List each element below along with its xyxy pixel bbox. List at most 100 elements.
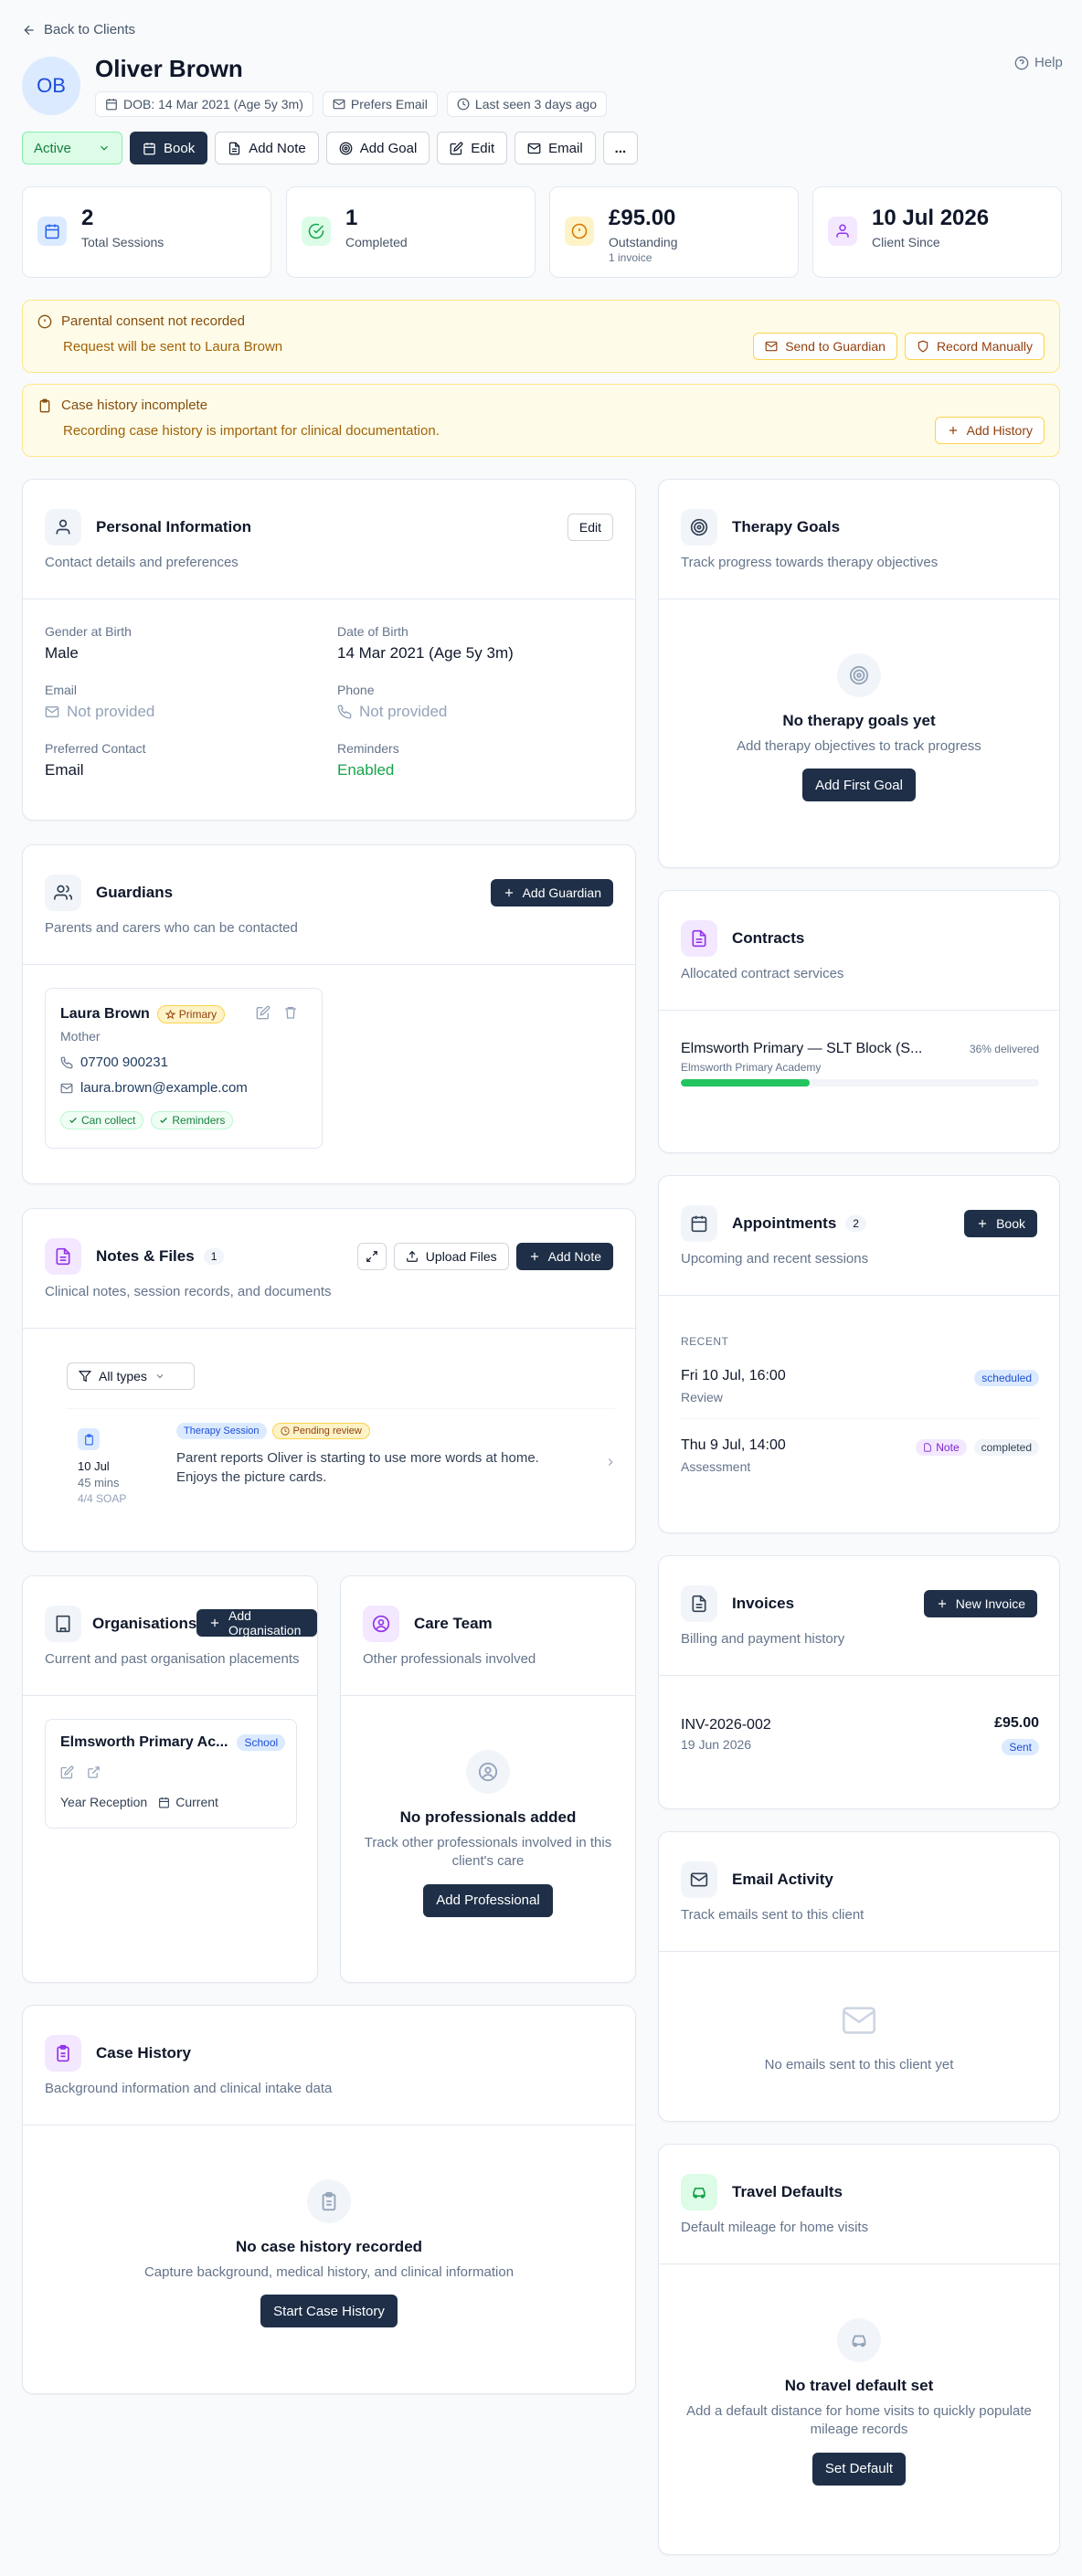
book-appointment-button[interactable]: Book bbox=[964, 1210, 1037, 1237]
field-gender: Gender at Birth Male bbox=[45, 624, 132, 663]
help-label: Help bbox=[1034, 55, 1063, 70]
org-type-badge: School bbox=[237, 1734, 286, 1751]
more-actions-button[interactable]: ... bbox=[602, 132, 639, 164]
client-meta: DOB: 14 Mar 2021 (Age 5y 3m) Prefers Ema… bbox=[95, 91, 608, 117]
target-icon bbox=[837, 653, 881, 697]
dob-text: DOB: 14 Mar 2021 (Age 5y 3m) bbox=[123, 97, 303, 111]
user-icon bbox=[828, 217, 857, 246]
chevron-down-icon bbox=[101, 145, 108, 151]
plus-icon bbox=[504, 888, 513, 897]
edit-personal-button[interactable]: Edit bbox=[567, 514, 613, 541]
note-item[interactable]: 10 Jul 45 mins 4/4 SOAP Therapy Session … bbox=[59, 1414, 622, 1514]
back-to-clients-link[interactable]: Back to Clients bbox=[22, 22, 135, 37]
therapy-goals-card: Therapy Goals Track progress towards the… bbox=[658, 479, 1060, 868]
help-circle-icon bbox=[1014, 56, 1029, 69]
email-button[interactable]: Email bbox=[514, 132, 596, 164]
note-text: Parent reports Oliver is starting to use… bbox=[176, 1450, 539, 1485]
session-type-badge: Therapy Session bbox=[176, 1423, 267, 1439]
users-icon bbox=[45, 875, 81, 911]
notes-count: 1 bbox=[203, 1248, 225, 1265]
stat-label: Outstanding bbox=[609, 235, 678, 249]
reminders-tag: Reminders bbox=[151, 1111, 234, 1129]
invoice-item[interactable]: INV-2026-002 19 Jun 2026 £95.00 Sent bbox=[681, 1702, 1039, 1766]
guardian-relation: Mother bbox=[60, 1029, 101, 1044]
calendar-icon bbox=[681, 1205, 717, 1242]
receipt-icon bbox=[681, 1585, 717, 1622]
add-goal-button[interactable]: Add Goal bbox=[325, 132, 430, 164]
external-link-icon[interactable] bbox=[87, 1765, 101, 1779]
contract-delivered: 36% delivered bbox=[969, 1043, 1039, 1055]
contract-item[interactable]: Elmsworth Primary — SLT Block (S... 36% … bbox=[681, 1041, 1039, 1087]
field-value: 14 Mar 2021 (Age 5y 3m) bbox=[337, 644, 514, 662]
edit-icon[interactable] bbox=[256, 1005, 270, 1020]
calendar-icon bbox=[106, 99, 117, 111]
expand-button[interactable] bbox=[356, 1243, 387, 1270]
empty-text: Capture background, medical history, and… bbox=[143, 2264, 514, 2280]
send-to-guardian-button[interactable]: Send to Guardian bbox=[753, 333, 897, 360]
help-link[interactable]: Help bbox=[1014, 55, 1063, 70]
phone-icon bbox=[337, 705, 352, 719]
note-duration: 45 mins bbox=[78, 1476, 120, 1489]
set-default-button[interactable]: Set Default bbox=[812, 2452, 907, 2486]
note-soap: 4/4 SOAP bbox=[78, 1492, 127, 1505]
record-manually-button[interactable]: Record Manually bbox=[904, 333, 1045, 360]
client-toolbar: Active Book Add Note Add Goal Edit Email… bbox=[22, 132, 639, 164]
book-button[interactable]: Book bbox=[130, 132, 208, 164]
start-case-history-button[interactable]: Start Case History bbox=[260, 2295, 398, 2328]
mail-icon bbox=[843, 2007, 875, 2034]
add-professional-button[interactable]: Add Professional bbox=[423, 1883, 553, 1917]
edit-button[interactable]: Edit bbox=[437, 132, 508, 164]
appointment-item[interactable]: Fri 10 Jul, 16:00 Review scheduled bbox=[681, 1357, 1039, 1419]
card-title: Invoices bbox=[732, 1595, 795, 1612]
card-title: Organisations bbox=[92, 1615, 197, 1632]
send-to-guardian-label: Send to Guardian bbox=[785, 339, 886, 354]
appointment-item[interactable]: Thu 9 Jul, 14:00 Assessment Note complet… bbox=[681, 1426, 1039, 1489]
mail-icon bbox=[60, 1083, 73, 1093]
travel-defaults-card: Travel Defaults Default mileage for home… bbox=[658, 2144, 1060, 2555]
stat-total-sessions: 2 Total Sessions bbox=[22, 186, 271, 278]
upload-label: Upload Files bbox=[425, 1249, 497, 1264]
empty-text: Track other professionals involved in th… bbox=[364, 1835, 612, 1870]
card-title: Email Activity bbox=[732, 1871, 833, 1888]
goals-empty: No therapy goals yet Add therapy objecti… bbox=[659, 653, 1059, 802]
consent-alert-title: Parental consent not recorded bbox=[37, 313, 245, 329]
card-title: Guardians bbox=[96, 884, 174, 901]
notes-files-card: Notes & Files 1 Upload Files Add Note Cl… bbox=[22, 1208, 636, 1552]
mail-icon bbox=[765, 341, 778, 352]
arrow-left-icon bbox=[24, 25, 34, 35]
add-note-button[interactable]: Add Note bbox=[215, 132, 319, 164]
shield-icon bbox=[918, 340, 928, 353]
add-history-button[interactable]: Add History bbox=[934, 417, 1045, 444]
car-icon bbox=[837, 2318, 881, 2362]
add-note-card-button[interactable]: Add Note bbox=[515, 1243, 613, 1270]
status-select[interactable]: Active bbox=[22, 132, 122, 164]
field-value: Email bbox=[45, 761, 84, 779]
case-history-empty: No case history recorded Capture backgro… bbox=[23, 2179, 635, 2328]
stat-label: Total Sessions bbox=[81, 235, 164, 249]
card-subtitle: Parents and carers who can be contacted bbox=[45, 920, 298, 936]
card-title: Care Team bbox=[414, 1615, 493, 1632]
edit-icon[interactable] bbox=[60, 1765, 74, 1779]
add-organisation-button[interactable]: Add Organisation bbox=[196, 1608, 317, 1638]
appointment-type: Review bbox=[681, 1390, 723, 1405]
field-reminders: Reminders Enabled bbox=[337, 741, 399, 779]
contract-progress-fill bbox=[681, 1079, 811, 1087]
filter-value: All types bbox=[99, 1369, 147, 1383]
guardian-email[interactable]: laura.brown@example.com bbox=[60, 1080, 248, 1096]
type-filter-select[interactable]: All types bbox=[67, 1362, 195, 1390]
add-guardian-button[interactable]: Add Guardian bbox=[490, 879, 613, 906]
trash-icon[interactable] bbox=[283, 1005, 298, 1020]
add-first-goal-button[interactable]: Add First Goal bbox=[802, 769, 916, 802]
guardian-phone[interactable]: 07700 900231 bbox=[60, 1055, 168, 1070]
contact-pref-text: Prefers Email bbox=[350, 97, 428, 111]
card-subtitle: Upcoming and recent sessions bbox=[681, 1251, 869, 1267]
can-collect-tag: Can collect bbox=[60, 1111, 144, 1129]
email-label: Email bbox=[548, 140, 583, 156]
stat-completed: 1 Completed bbox=[286, 186, 536, 278]
empty-title: No case history recorded bbox=[235, 2238, 423, 2255]
upload-files-button[interactable]: Upload Files bbox=[393, 1243, 509, 1270]
new-invoice-button[interactable]: New Invoice bbox=[923, 1590, 1037, 1617]
contracts-card: Contracts Allocated contract services El… bbox=[658, 890, 1060, 1153]
email-activity-card: Email Activity Track emails sent to this… bbox=[658, 1831, 1060, 2122]
org-status: Current bbox=[175, 1795, 218, 1809]
